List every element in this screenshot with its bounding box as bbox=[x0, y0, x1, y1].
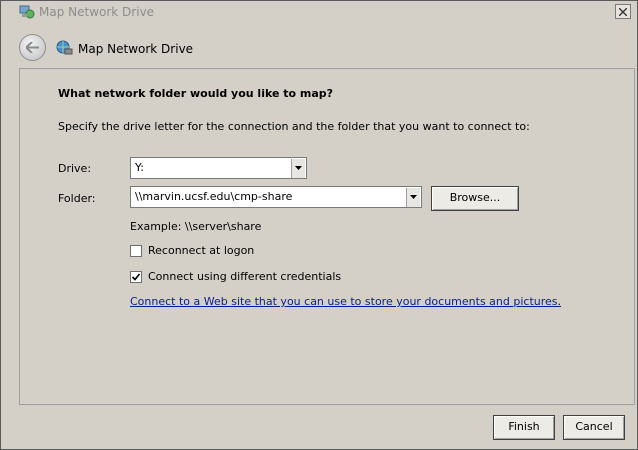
finish-button[interactable]: Finish bbox=[493, 415, 555, 440]
map-network-drive-window: Map Network Drive Map Network Drive What… bbox=[0, 0, 638, 450]
drive-label: Drive: bbox=[58, 162, 92, 175]
credentials-checkbox[interactable] bbox=[130, 271, 142, 283]
folder-value: \\marvin.ucsf.edu\cmp-share bbox=[135, 190, 293, 203]
folder-label: Folder: bbox=[58, 192, 96, 205]
reconnect-label[interactable]: Reconnect at logon bbox=[148, 244, 254, 257]
instructions-text: Specify the drive letter for the connect… bbox=[58, 120, 530, 133]
question-heading: What network folder would you like to ma… bbox=[58, 87, 334, 100]
web-site-link-text[interactable]: Connect to a Web site that you can use t… bbox=[130, 295, 558, 308]
window-title: Map Network Drive bbox=[39, 5, 155, 19]
browse-button[interactable]: Browse... bbox=[431, 186, 519, 211]
reconnect-checkbox[interactable] bbox=[130, 245, 142, 257]
chevron-down-icon bbox=[295, 166, 302, 170]
network-drive-icon bbox=[55, 40, 73, 56]
credentials-label[interactable]: Connect using different credentials bbox=[148, 270, 341, 283]
link-period: . bbox=[557, 295, 562, 308]
folder-combo[interactable]: \\marvin.ucsf.edu\cmp-share bbox=[130, 186, 422, 208]
network-drive-icon bbox=[19, 5, 35, 19]
wizard-title: Map Network Drive bbox=[78, 42, 194, 56]
drive-dropdown-button[interactable] bbox=[291, 159, 305, 178]
back-button[interactable] bbox=[19, 34, 46, 61]
title-bar[interactable]: Map Network Drive bbox=[1, 1, 637, 23]
drive-value: Y: bbox=[135, 161, 144, 174]
back-arrow-icon bbox=[26, 42, 39, 53]
checkmark-icon bbox=[132, 273, 140, 281]
drive-select[interactable]: Y: bbox=[130, 157, 307, 179]
folder-dropdown-button[interactable] bbox=[406, 188, 420, 207]
close-button[interactable] bbox=[615, 4, 631, 19]
web-site-link[interactable]: Connect to a Web site that you can use t… bbox=[130, 295, 561, 308]
close-icon bbox=[619, 8, 627, 16]
cancel-button[interactable]: Cancel bbox=[563, 415, 625, 440]
content-panel bbox=[19, 68, 635, 405]
chevron-down-icon bbox=[410, 195, 417, 199]
example-text: Example: \\server\share bbox=[130, 220, 262, 233]
